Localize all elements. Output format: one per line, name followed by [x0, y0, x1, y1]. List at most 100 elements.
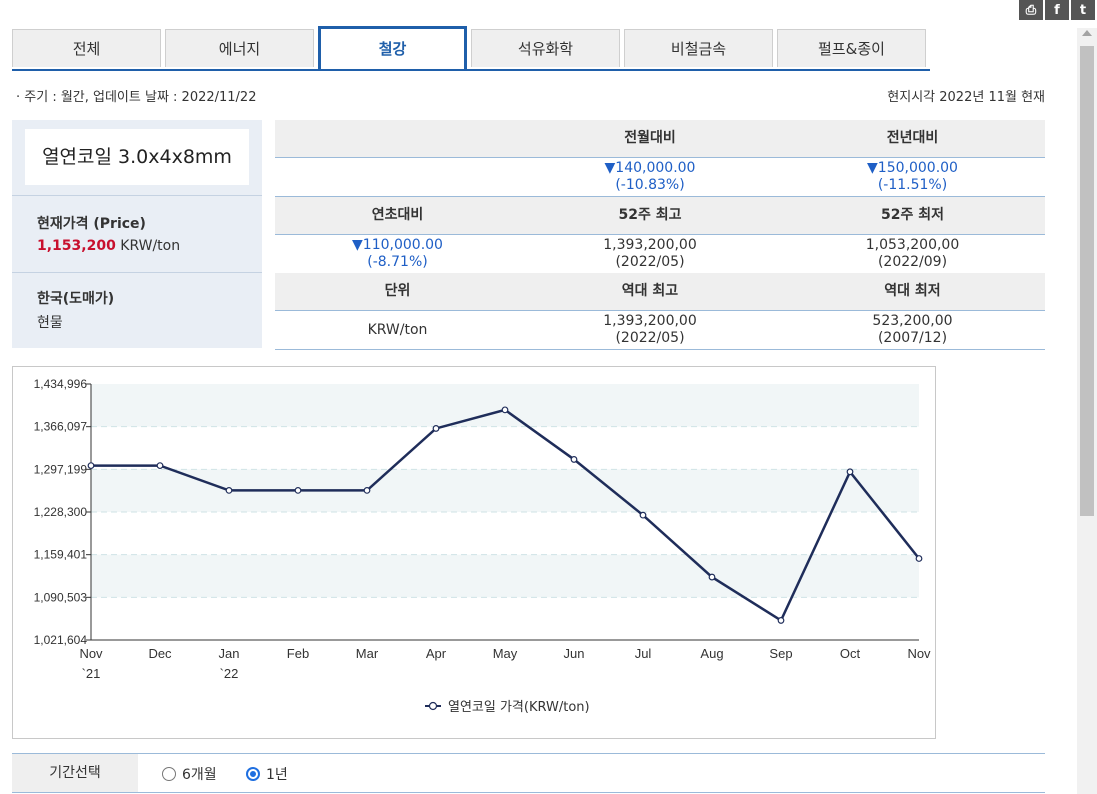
period-option-label: 1년 [266, 767, 288, 783]
stats-header-row: 전월대비 전년대비 [275, 120, 1045, 158]
yoy-change: ▼150,000.00 (-11.51%) [780, 158, 1045, 196]
y-tick-label: 1,228,300 [34, 505, 88, 519]
period-option-6m[interactable]: 6개월 [162, 764, 217, 784]
alltime-low: 523,200,00 (2007/12) [780, 311, 1045, 349]
y-tick-label: 1,090,503 [34, 590, 88, 604]
data-point [294, 486, 302, 494]
x-tick-label: May [493, 646, 518, 661]
mom-change: ▼140,000.00 (-10.83%) [520, 158, 780, 196]
stats-value-row: KRW/ton 1,393,200,00 (2022/05) 523,200,0… [275, 311, 1045, 350]
y-tick-label: 1,434,996 [34, 377, 88, 391]
y-tick-label: 1,366,097 [34, 420, 88, 434]
stats-table: 전월대비 전년대비 ▼140,000.00 (-10.83%) ▼150,000… [275, 120, 1045, 350]
radio-6m[interactable] [162, 767, 176, 781]
scroll-up-icon[interactable] [1082, 30, 1092, 36]
low52-value: 1,053,200,00 [865, 237, 960, 253]
data-point [501, 406, 509, 414]
market-label: 한국(도매가) [37, 291, 115, 307]
x-tick-sublabel: `21 [82, 666, 101, 681]
product-name: 열연코일 3.0x4x8mm [25, 129, 249, 185]
facebook-icon[interactable]: f [1045, 0, 1069, 20]
alltime-high-date: (2022/05) [615, 330, 685, 346]
data-point [225, 486, 233, 494]
x-tick-sublabel: `22 [220, 666, 239, 681]
alltime-low-value: 523,200,00 [872, 313, 953, 329]
tab-energy[interactable]: 에너지 [165, 29, 314, 67]
data-point [846, 468, 854, 476]
alltime-high-label: 역대 최고 [621, 283, 679, 299]
x-tick-label: Apr [426, 646, 447, 661]
x-tick-label: Feb [287, 646, 309, 661]
data-point [708, 573, 716, 581]
y-tick-label: 1,021,604 [34, 633, 88, 647]
stats-header-row: 단위 역대 최고 역대 최저 [275, 273, 1045, 311]
x-tick-label: Oct [840, 646, 861, 661]
y-tick-label: 1,297,199 [34, 462, 88, 476]
x-tick-label: Nov [907, 646, 931, 661]
twitter-icon[interactable]: t [1071, 0, 1095, 20]
alltime-low-date: (2007/12) [877, 330, 948, 346]
data-point [87, 462, 95, 470]
high52-value: 1,393,200,00 [603, 237, 697, 253]
product-panel: 열연코일 3.0x4x8mm 현재가격 (Price) 1,153,200 KR… [12, 120, 262, 348]
market-type: 현물 [37, 315, 63, 331]
mom-label: 전월대비 [624, 130, 676, 146]
x-tick-label: Nov [79, 646, 103, 661]
print-icon[interactable]: ⎙ [1019, 0, 1043, 20]
category-tabs: 전체 에너지 철강 석유화학 비철금속 펄프&종이 [12, 26, 930, 71]
data-point [156, 462, 164, 470]
period-option-1y[interactable]: 1년 [246, 764, 288, 784]
unit-label: 단위 [384, 283, 411, 299]
line-chart: 1,021,604 1,090,503 1,159,401 1,228,300 1,29… [34, 377, 931, 715]
grid-band [91, 512, 919, 555]
x-tick-label: Dec [148, 646, 172, 661]
x-tick-label: Aug [700, 646, 723, 661]
grid-band [91, 426, 919, 470]
price-unit: KRW/ton [120, 238, 181, 254]
period-label: 기간선택 [12, 754, 138, 792]
tab-petrochemical[interactable]: 석유화학 [471, 29, 620, 67]
data-point [915, 555, 923, 562]
stats-value-row: ▼110,000.00 (-8.71%) 1,393,200,00 (2022/… [275, 235, 1045, 274]
stats-header-row: 연초대비 52주 최고 52주 최저 [275, 197, 1045, 235]
yoy-label: 전년대비 [886, 130, 939, 146]
x-tick-label: Mar [356, 646, 379, 661]
high52: 1,393,200,00 (2022/05) [520, 235, 780, 273]
x-tick-label: Jun [564, 646, 585, 661]
high52-label: 52주 최고 [618, 207, 682, 223]
mom-pct: (-10.83%) [615, 177, 685, 193]
data-point [639, 511, 647, 519]
low52: 1,053,200,00 (2022/09) [780, 235, 1045, 273]
period-selector: 기간선택 6개월 1년 [12, 753, 1045, 793]
unit-value: KRW/ton [367, 321, 428, 338]
tab-pulp-paper[interactable]: 펄프&종이 [777, 29, 926, 67]
radio-1y[interactable] [246, 767, 260, 781]
alltime-high: 1,393,200,00 (2022/05) [520, 311, 780, 349]
price-label: 현재가격 (Price) [37, 216, 146, 232]
tab-steel[interactable]: 철강 [318, 26, 467, 69]
data-point [432, 425, 440, 432]
stats-value-row: ▼140,000.00 (-10.83%) ▼150,000.00 (-11.5… [275, 158, 1045, 197]
vertical-scrollbar[interactable] [1077, 28, 1097, 794]
high52-date: (2022/05) [615, 254, 685, 270]
legend-marker [428, 701, 438, 711]
data-point [570, 456, 578, 463]
alltime-high-value: 1,393,200,00 [603, 313, 697, 329]
current-price: 1,153,200 [37, 238, 116, 254]
grid-band [91, 597, 919, 640]
mom-value: ▼140,000.00 [604, 160, 696, 176]
ytd-value: ▼110,000.00 [352, 237, 443, 253]
data-point [363, 486, 371, 494]
period-option-label: 6개월 [182, 767, 217, 783]
x-tick-label: Sep [769, 646, 792, 661]
y-tick-label: 1,159,401 [34, 548, 88, 562]
alltime-low-label: 역대 최저 [884, 283, 941, 299]
yoy-pct: (-11.51%) [877, 177, 948, 193]
tab-all[interactable]: 전체 [12, 29, 161, 67]
x-tick-label: Jul [635, 646, 652, 661]
low52-date: (2022/09) [877, 254, 948, 270]
tab-nonferrous[interactable]: 비철금속 [624, 29, 773, 67]
yoy-value: ▼150,000.00 [867, 160, 958, 176]
scrollbar-thumb[interactable] [1080, 46, 1094, 516]
price-section: 현재가격 (Price) 1,153,200 KRW/ton [12, 195, 262, 273]
